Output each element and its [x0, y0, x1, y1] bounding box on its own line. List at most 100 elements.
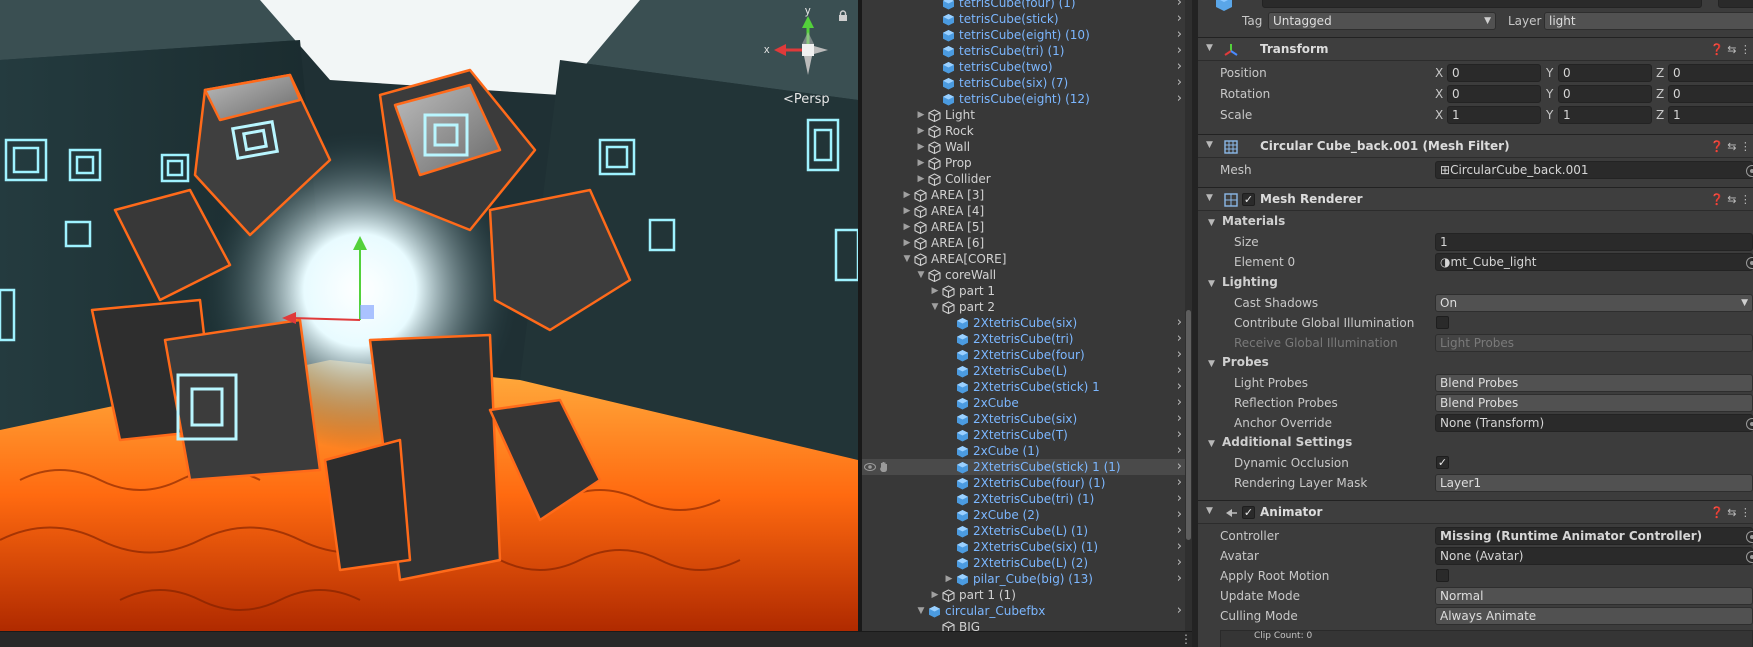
hierarchy-item[interactable]: ▶ AREA [4]: [862, 203, 1192, 219]
open-prefab-chevron-icon[interactable]: ›: [1177, 459, 1182, 475]
hierarchy-item[interactable]: ▼ circular_Cubefbx ›: [862, 603, 1192, 619]
object-picker-icon[interactable]: [1746, 551, 1753, 563]
component-menu-icons[interactable]: ❓ ⇆ ⋮: [1710, 193, 1753, 207]
collapsed-arrow-icon[interactable]: ▶: [902, 235, 912, 251]
hierarchy-item[interactable]: tetrisCube(six) (7) ›: [862, 75, 1192, 91]
open-prefab-chevron-icon[interactable]: ›: [1177, 347, 1182, 363]
component-menu-icons[interactable]: ❓ ⇆ ⋮: [1710, 140, 1753, 154]
probes-section[interactable]: ▼ Probes: [1208, 355, 1269, 369]
tag-dropdown[interactable]: Untagged ▼: [1268, 12, 1496, 30]
open-prefab-chevron-icon[interactable]: ›: [1177, 539, 1182, 555]
collapsed-arrow-icon[interactable]: ▶: [916, 155, 926, 171]
apply-root-motion-checkbox[interactable]: [1436, 569, 1449, 582]
hierarchy-item[interactable]: 2XtetrisCube(six) ›: [862, 411, 1192, 427]
hierarchy-item[interactable]: ▶ Light: [862, 107, 1192, 123]
hierarchy-item-hovered[interactable]: 2XtetrisCube(stick) 1 (1) ›: [862, 459, 1192, 475]
fold-arrow-icon[interactable]: ▼: [1206, 193, 1213, 203]
hierarchy-item[interactable]: ▶ part 1 (1): [862, 587, 1192, 603]
collapsed-arrow-icon[interactable]: ▶: [916, 171, 926, 187]
dynamic-occlusion-checkbox[interactable]: ✓: [1436, 456, 1449, 469]
hierarchy-item[interactable]: 2xCube (1) ›: [862, 443, 1192, 459]
mesh-renderer-enabled-checkbox[interactable]: ✓: [1242, 193, 1255, 206]
mesh-object-field[interactable]: ⊞CircularCube_back.001: [1435, 161, 1753, 179]
projection-toggle[interactable]: <Persp: [783, 92, 830, 107]
open-prefab-chevron-icon[interactable]: ›: [1177, 315, 1182, 331]
hierarchy-item[interactable]: tetrisCube(stick) ›: [862, 11, 1192, 27]
axis-x-label[interactable]: X: [1435, 84, 1443, 104]
hierarchy-scrollbar[interactable]: [1185, 0, 1192, 631]
hierarchy-item[interactable]: ▼ coreWall: [862, 267, 1192, 283]
open-prefab-chevron-icon[interactable]: ›: [1177, 507, 1182, 523]
hierarchy-item[interactable]: 2XtetrisCube(tri) (1) ›: [862, 491, 1192, 507]
pickability-hand-icon[interactable]: [879, 461, 890, 473]
culling-mode-dropdown[interactable]: Always Animate: [1435, 607, 1753, 625]
object-picker-icon[interactable]: [1746, 418, 1753, 430]
hierarchy-item[interactable]: ▶ AREA [5]: [862, 219, 1192, 235]
open-prefab-chevron-icon[interactable]: ›: [1177, 475, 1182, 491]
hierarchy-item[interactable]: 2XtetrisCube(tri) ›: [862, 331, 1192, 347]
hierarchy-item[interactable]: ▶ AREA [3]: [862, 187, 1192, 203]
fold-arrow-icon[interactable]: ▼: [1206, 140, 1213, 150]
hierarchy-item[interactable]: ▶ Wall: [862, 139, 1192, 155]
collapsed-arrow-icon[interactable]: ▶: [930, 587, 940, 603]
animator-enabled-checkbox[interactable]: ✓: [1242, 506, 1255, 519]
object-picker-icon[interactable]: [1746, 165, 1753, 177]
hierarchy-item[interactable]: ▶ Rock: [862, 123, 1192, 139]
update-mode-dropdown[interactable]: Normal: [1435, 587, 1753, 605]
additional-settings-section[interactable]: ▼ Additional Settings: [1208, 435, 1352, 449]
hierarchy-item[interactable]: 2XtetrisCube(four) ›: [862, 347, 1192, 363]
collapsed-arrow-icon[interactable]: ▶: [944, 571, 954, 587]
axis-x-label[interactable]: X: [1435, 105, 1443, 125]
hierarchy-item[interactable]: ▶ pilar_Cube(big) (13) ›: [862, 571, 1192, 587]
collapsed-arrow-icon[interactable]: ▶: [916, 123, 926, 139]
axis-y-label[interactable]: Y: [1546, 105, 1553, 125]
light-probes-dropdown[interactable]: Blend Probes: [1435, 374, 1753, 392]
fold-arrow-icon[interactable]: ▼: [1206, 506, 1213, 516]
mesh-renderer-header[interactable]: ▼ ✓ Mesh Renderer ❓ ⇆ ⋮: [1198, 187, 1753, 211]
layer-dropdown[interactable]: light: [1544, 12, 1753, 30]
mesh-filter-header[interactable]: ▼ Circular Cube_back.001 (Mesh Filter) ❓…: [1198, 134, 1753, 158]
open-prefab-chevron-icon[interactable]: ›: [1177, 0, 1182, 11]
collapsed-arrow-icon[interactable]: ▶: [902, 203, 912, 219]
object-picker-icon[interactable]: [1746, 531, 1753, 543]
axis-z-label[interactable]: Z: [1656, 105, 1664, 125]
transform-x-field[interactable]: 1: [1447, 106, 1541, 124]
hierarchy-item[interactable]: tetrisCube(eight) (10) ›: [862, 27, 1192, 43]
open-prefab-chevron-icon[interactable]: ›: [1177, 427, 1182, 443]
open-prefab-chevron-icon[interactable]: ›: [1177, 555, 1182, 571]
hierarchy-item[interactable]: ▼ AREA[CORE]: [862, 251, 1192, 267]
hierarchy-item[interactable]: ▶ part 1: [862, 283, 1192, 299]
collapsed-arrow-icon[interactable]: ▶: [916, 139, 926, 155]
controller-field[interactable]: Missing (Runtime Animator Controller): [1435, 527, 1753, 545]
expanded-arrow-icon[interactable]: ▼: [930, 299, 940, 315]
axis-z-label[interactable]: Z: [1656, 84, 1664, 104]
hierarchy-item[interactable]: tetrisCube(tri) (1) ›: [862, 43, 1192, 59]
axis-z-label[interactable]: Z: [1656, 63, 1664, 83]
avatar-field[interactable]: None (Avatar): [1435, 547, 1753, 565]
visibility-eye-icon[interactable]: [864, 462, 876, 472]
open-prefab-chevron-icon[interactable]: ›: [1177, 91, 1182, 107]
transform-y-field[interactable]: 1: [1558, 106, 1652, 124]
open-prefab-chevron-icon[interactable]: ›: [1177, 363, 1182, 379]
more-options-icon[interactable]: ⋮: [1180, 632, 1192, 646]
open-prefab-chevron-icon[interactable]: ›: [1177, 379, 1182, 395]
scene-view[interactable]: y x <Persp: [0, 0, 858, 631]
hierarchy-item[interactable]: 2XtetrisCube(six) (1) ›: [862, 539, 1192, 555]
open-prefab-chevron-icon[interactable]: ›: [1177, 523, 1182, 539]
hierarchy-item[interactable]: 2XtetrisCube(L) ›: [862, 363, 1192, 379]
hierarchy-item[interactable]: 2XtetrisCube(L) (2) ›: [862, 555, 1192, 571]
axis-y-label[interactable]: Y: [1546, 84, 1553, 104]
lighting-section[interactable]: ▼ Lighting: [1208, 275, 1278, 289]
element0-field[interactable]: ◑mt_Cube_light: [1435, 253, 1753, 271]
transform-y-field[interactable]: 0: [1558, 64, 1652, 82]
transform-x-field[interactable]: 0: [1447, 85, 1541, 103]
object-picker-icon[interactable]: [1746, 257, 1753, 269]
hierarchy-item[interactable]: 2xCube ›: [862, 395, 1192, 411]
contribute-gi-checkbox[interactable]: [1436, 316, 1449, 329]
expanded-arrow-icon[interactable]: ▼: [902, 251, 912, 267]
transform-header[interactable]: ▼ Transform ❓ ⇆ ⋮: [1198, 37, 1753, 61]
transform-z-field[interactable]: 0: [1668, 85, 1753, 103]
transform-x-field[interactable]: 0: [1447, 64, 1541, 82]
hierarchy-item[interactable]: 2XtetrisCube(four) (1) ›: [862, 475, 1192, 491]
open-prefab-chevron-icon[interactable]: ›: [1177, 571, 1182, 587]
